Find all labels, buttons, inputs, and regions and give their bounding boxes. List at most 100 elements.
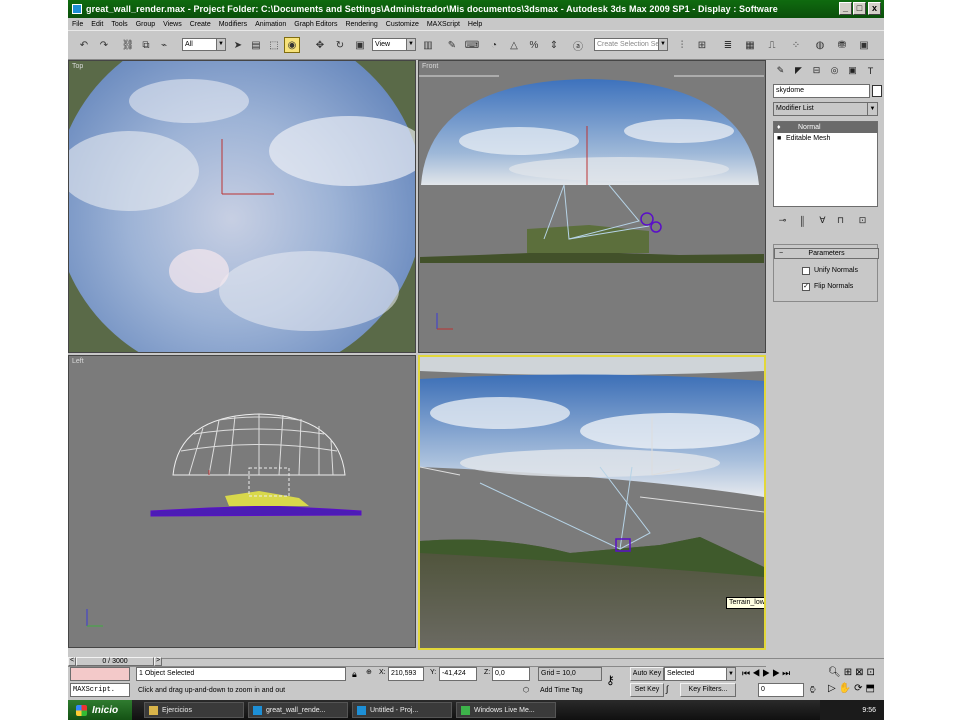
taskbar-item-great-wall[interactable]: great_wall_rende...: [248, 702, 348, 718]
menu-edit[interactable]: Edit: [87, 21, 107, 28]
rectangular-selection-icon[interactable]: ⬚: [266, 37, 282, 53]
time-slider[interactable]: < 0 / 3000 >: [68, 657, 766, 667]
schematic-view-icon[interactable]: ⁘: [788, 37, 804, 53]
menu-graph-editors[interactable]: Graph Editors: [290, 21, 341, 28]
angle-snap-icon[interactable]: △: [506, 37, 522, 53]
make-unique-icon[interactable]: ∀: [815, 213, 830, 228]
x-coordinate-field[interactable]: 210,593: [388, 667, 424, 681]
graphite-ribbon-icon[interactable]: ▦: [742, 37, 758, 53]
taskbar-item-untitled[interactable]: Untitled - Proj...: [352, 702, 452, 718]
menu-rendering[interactable]: Rendering: [341, 21, 381, 28]
taskbar-item-ejercicios[interactable]: Ejercicios: [144, 702, 244, 718]
y-coordinate-field[interactable]: -41,424: [439, 667, 477, 681]
viewport-label-front[interactable]: Front: [422, 63, 438, 70]
app-icon[interactable]: [72, 4, 82, 14]
hierarchy-tab-icon[interactable]: ⊟: [809, 63, 824, 78]
selection-filter-dropdown[interactable]: All ▼: [182, 38, 226, 51]
minimize-button[interactable]: _: [839, 2, 852, 15]
menu-create[interactable]: Create: [186, 21, 215, 28]
unify-normals-checkbox[interactable]: [802, 267, 810, 275]
key-icon[interactable]: ⚷: [606, 673, 615, 687]
time-tag-icon[interactable]: ⬡: [523, 686, 529, 694]
edit-named-selection-icon[interactable]: ⓐ: [570, 37, 586, 53]
maxscript-listener-pink[interactable]: [70, 667, 130, 681]
viewport-left[interactable]: Left: [68, 355, 416, 648]
add-time-tag[interactable]: Add Time Tag: [540, 687, 583, 694]
taskbar-item-windows-live[interactable]: Windows Live Me...: [456, 702, 556, 718]
viewport-navigation-icons-row2[interactable]: ▷✋⟳⬒: [828, 683, 878, 694]
frame-counter[interactable]: 0 / 3000: [76, 657, 154, 666]
create-tab-icon[interactable]: ✎: [773, 63, 788, 78]
menu-tools[interactable]: Tools: [107, 21, 131, 28]
render-setup-icon[interactable]: ⛃: [834, 37, 850, 53]
window-crossing-icon[interactable]: ◉: [284, 37, 300, 53]
playback-controls[interactable]: ⏮◀▶▶⏭: [742, 668, 792, 679]
display-tab-icon[interactable]: ▣: [845, 63, 860, 78]
object-color-swatch[interactable]: [872, 85, 882, 97]
z-coordinate-field[interactable]: 0,0: [492, 667, 530, 681]
bind-to-space-warp-icon[interactable]: ⌁: [156, 37, 172, 53]
motion-tab-icon[interactable]: ◎: [827, 63, 842, 78]
keyboard-shortcut-icon[interactable]: ⌨: [464, 37, 480, 53]
viewport-label-top[interactable]: Top: [72, 63, 83, 70]
mirror-icon[interactable]: ⫶: [674, 37, 690, 53]
close-button[interactable]: x: [868, 2, 881, 15]
curve-editor-icon[interactable]: ⎍: [764, 37, 780, 53]
modify-tab-icon[interactable]: ◤: [791, 63, 806, 78]
menu-file[interactable]: File: [68, 21, 87, 28]
lightbulb-icon[interactable]: ♦: [777, 122, 781, 133]
absolute-mode-icon[interactable]: ⊕: [366, 668, 372, 676]
percent-snap-icon[interactable]: %: [526, 37, 542, 53]
show-end-result-icon[interactable]: ║: [795, 213, 810, 228]
viewport-front[interactable]: Front: [418, 60, 766, 353]
reference-coord-dropdown[interactable]: View ▼: [372, 38, 416, 51]
stack-item-normal[interactable]: ♦ Normal: [774, 122, 877, 133]
object-name-field[interactable]: skydome: [773, 84, 870, 98]
menu-help[interactable]: Help: [464, 21, 486, 28]
maximize-button[interactable]: □: [853, 2, 866, 15]
set-key-button[interactable]: Set Key: [630, 683, 664, 697]
spinner-snap-icon[interactable]: ⇕: [546, 37, 562, 53]
auto-key-button[interactable]: Auto Key: [630, 667, 664, 681]
pin-stack-icon[interactable]: ⊸: [775, 213, 790, 228]
menu-modifiers[interactable]: Modifiers: [215, 21, 251, 28]
material-editor-icon[interactable]: ◍: [812, 37, 828, 53]
utilities-tab-icon[interactable]: T: [863, 63, 878, 78]
time-configuration-icon[interactable]: ⌚︎: [808, 684, 817, 697]
time-slider-prev[interactable]: <: [68, 657, 76, 666]
menu-customize[interactable]: Customize: [382, 21, 423, 28]
layer-manager-icon[interactable]: ≣: [720, 37, 736, 53]
named-selection-dropdown[interactable]: Create Selection Se ▼: [594, 38, 668, 51]
stack-item-editable-mesh[interactable]: ■ Editable Mesh: [774, 133, 877, 144]
select-by-name-icon[interactable]: ▤: [248, 37, 264, 53]
menu-views[interactable]: Views: [159, 21, 186, 28]
current-frame-field[interactable]: 0: [758, 683, 804, 697]
key-filters-button[interactable]: Key Filters...: [680, 683, 736, 697]
key-mode-dropdown[interactable]: Selected ▼: [664, 667, 736, 681]
snaps-toggle-icon[interactable]: ◔: [486, 37, 502, 53]
menu-maxscript[interactable]: MAXScript: [423, 21, 464, 28]
pivot-center-icon[interactable]: ▥: [420, 37, 436, 53]
menu-group[interactable]: Group: [132, 21, 159, 28]
parameters-rollout-header[interactable]: − Parameters: [774, 248, 879, 259]
lock-icon[interactable]: 🔒︎: [352, 669, 357, 680]
viewport-navigation-icons[interactable]: 🔍︎⊞⊠⊡: [828, 667, 878, 678]
menu-animation[interactable]: Animation: [251, 21, 290, 28]
configure-modifier-sets-icon[interactable]: ⊡: [855, 213, 870, 228]
viewport-perspective[interactable]: Terrain_low: [418, 355, 766, 650]
flip-normals-checkbox[interactable]: ✓: [802, 283, 810, 291]
scale-icon[interactable]: ▣: [352, 37, 368, 53]
align-icon[interactable]: ⊞: [694, 37, 710, 53]
move-icon[interactable]: ✥: [312, 37, 328, 53]
rotate-icon[interactable]: ↻: [332, 37, 348, 53]
time-slider-next[interactable]: >: [154, 657, 162, 666]
select-and-link-icon[interactable]: ⛓: [120, 37, 136, 53]
select-and-manipulate-icon[interactable]: ✎: [444, 37, 460, 53]
modifier-list-dropdown[interactable]: Modifier List ▼: [773, 102, 878, 116]
select-object-icon[interactable]: ➤: [230, 37, 246, 53]
render-frame-icon[interactable]: ▣: [856, 37, 872, 53]
title-bar[interactable]: great_wall_render.max - Project Folder: …: [68, 0, 884, 18]
start-button[interactable]: Inicio: [68, 700, 132, 720]
undo-icon[interactable]: ↶: [76, 37, 92, 53]
default-tangent-icon[interactable]: ∫: [666, 684, 668, 694]
